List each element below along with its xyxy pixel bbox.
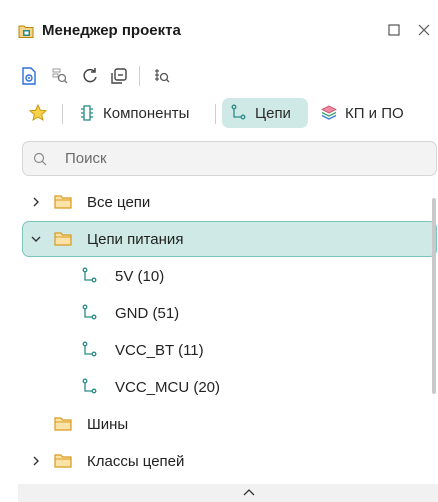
tree-item-net-5v[interactable]: 5V (10) bbox=[22, 258, 437, 294]
project-manager-icon bbox=[18, 25, 34, 38]
chevron-right-icon[interactable] bbox=[30, 196, 42, 208]
layers-icon bbox=[321, 105, 337, 120]
component-icon bbox=[81, 105, 93, 121]
toolbar bbox=[0, 62, 438, 92]
tree-item-net-vcc-bt[interactable]: VCC_BT (11) bbox=[22, 332, 437, 368]
title-bar: Менеджер проекта bbox=[0, 0, 438, 58]
tree-item-label: Шины bbox=[87, 415, 129, 433]
tree-item-label: VCC_MCU (20) bbox=[115, 378, 221, 396]
chevron-down-icon[interactable] bbox=[30, 233, 42, 245]
window-title: Менеджер проекта bbox=[42, 22, 181, 39]
tab-pads-vias[interactable]: КП и ПО bbox=[312, 98, 412, 128]
tree-item-label: Все цепи bbox=[87, 193, 151, 211]
maximize-icon[interactable] bbox=[384, 20, 404, 40]
net-icon bbox=[82, 378, 97, 394]
folder-icon bbox=[54, 195, 72, 209]
tree-item-label: Классы цепей bbox=[87, 452, 185, 470]
star-icon bbox=[28, 103, 48, 122]
folder-icon bbox=[54, 417, 72, 431]
chevron-right-icon[interactable] bbox=[30, 455, 42, 467]
tree-item-all-nets[interactable]: Все цепи bbox=[22, 184, 437, 220]
vertical-scrollbar[interactable] bbox=[432, 198, 436, 394]
tab-components-label: Компоненты bbox=[103, 104, 190, 122]
tab-bar: Компоненты Цепи КП и ПО bbox=[0, 96, 438, 132]
search-box bbox=[22, 141, 437, 176]
tree-item-power-nets[interactable]: Цепи питания bbox=[22, 221, 437, 257]
search-files-icon[interactable] bbox=[50, 66, 70, 86]
tab-pads-vias-label: КП и ПО bbox=[345, 104, 404, 122]
tree-item-label: GND (51) bbox=[115, 304, 180, 322]
tree-item-net-gnd[interactable]: GND (51) bbox=[22, 295, 437, 331]
tab-components[interactable]: Компоненты bbox=[70, 98, 197, 128]
net-icon bbox=[82, 304, 97, 320]
folder-icon bbox=[54, 232, 72, 246]
tree-item-buses[interactable]: Шины bbox=[22, 406, 437, 442]
net-icon bbox=[82, 267, 97, 283]
tab-separator bbox=[62, 104, 63, 124]
tree-item-net-vcc-mcu[interactable]: VCC_MCU (20) bbox=[22, 369, 437, 405]
net-icon bbox=[231, 104, 246, 120]
close-icon[interactable] bbox=[414, 20, 434, 40]
document-view-icon[interactable] bbox=[19, 66, 39, 86]
search-icon bbox=[33, 152, 47, 166]
tab-nets[interactable]: Цепи bbox=[222, 98, 308, 128]
collapse-all-icon[interactable] bbox=[109, 66, 129, 86]
folder-icon bbox=[54, 454, 72, 468]
chevron-up-icon[interactable] bbox=[242, 487, 256, 497]
net-icon bbox=[82, 341, 97, 357]
search-input[interactable] bbox=[53, 143, 423, 174]
tree-item-net-classes[interactable]: Классы цепей bbox=[22, 443, 437, 479]
toolbar-separator bbox=[139, 66, 140, 86]
tree-item-label: Цепи питания bbox=[87, 230, 184, 248]
tab-favorites[interactable] bbox=[22, 98, 54, 128]
tree-item-label: VCC_BT (11) bbox=[115, 341, 204, 359]
bottom-panel-bar bbox=[18, 484, 438, 502]
tab-nets-label: Цепи bbox=[255, 104, 291, 122]
tree-item-label: 5V (10) bbox=[115, 267, 165, 285]
refresh-icon[interactable] bbox=[80, 66, 100, 86]
find-component-icon[interactable] bbox=[152, 66, 172, 86]
tab-separator bbox=[215, 104, 216, 124]
